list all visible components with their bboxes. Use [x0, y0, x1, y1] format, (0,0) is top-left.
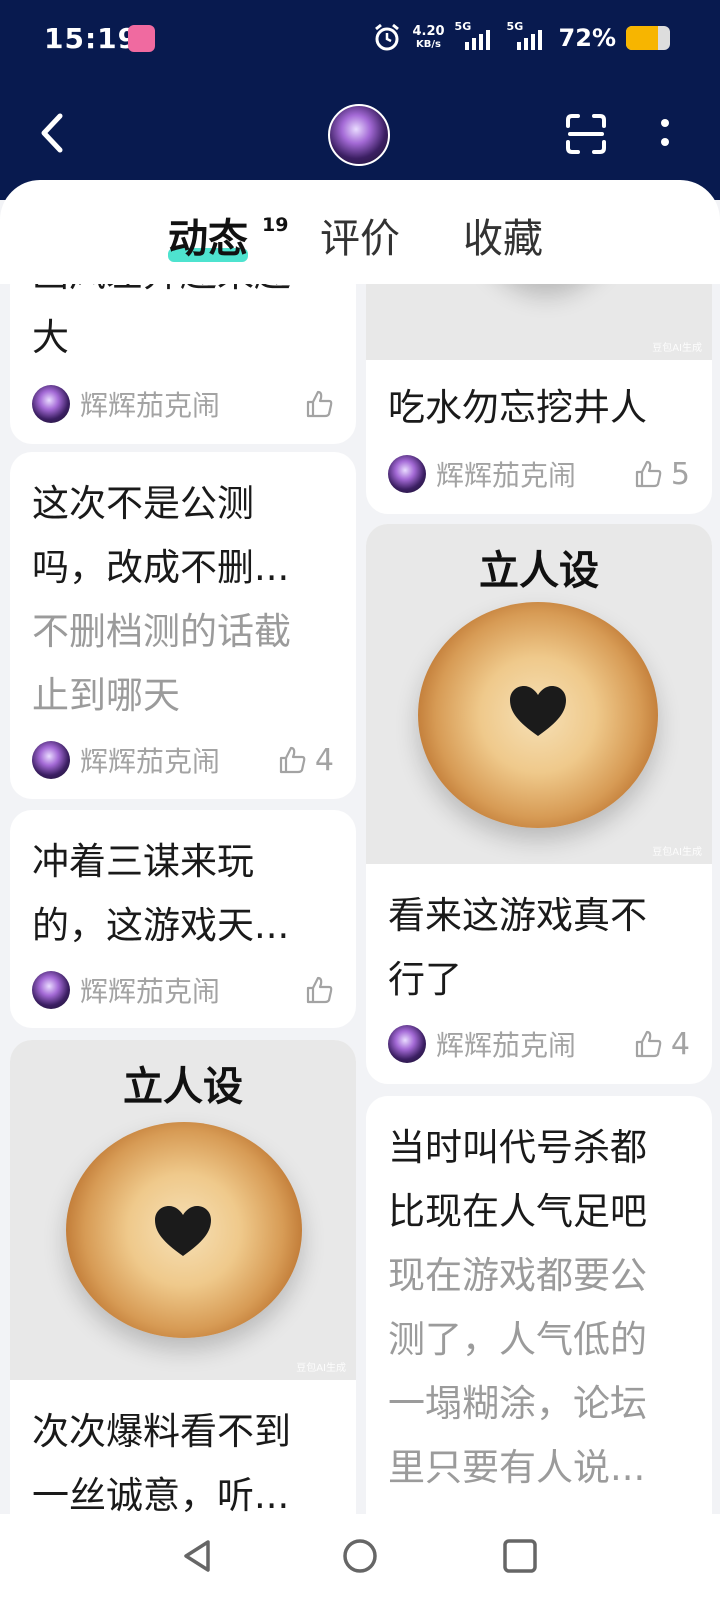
ai-watermark: 豆包AI生成 [652, 847, 702, 858]
post-excerpt-line-2: 止到哪天 [32, 674, 180, 717]
post-title-line-1: 吃水勿忘挖井人 [388, 386, 647, 429]
app-screen: 15:19 4.20 KB/s 5G 5G 72% 动态 评价 收藏 19 大 … [0, 0, 720, 1600]
like-button[interactable] [304, 975, 334, 1005]
ai-watermark: 豆包AI生成 [296, 1363, 346, 1374]
like-button[interactable]: 5 [633, 457, 690, 492]
status-icons: 4.20 KB/s 5G 5G 72% [372, 20, 670, 56]
post-title-line-1: 次次爆料看不到 [32, 1410, 291, 1453]
post-meta: 辉辉茄克闹 5 [388, 454, 690, 494]
post-card[interactable]: 立人设 豆包AI生成 次次爆料看不到 一丝诚意，听... [10, 1040, 356, 1514]
author-name[interactable]: 辉辉茄克闹 [436, 454, 633, 494]
post-card[interactable]: 冲着三谋来玩 的，这游戏天... 辉辉茄克闹 [10, 810, 356, 1028]
more-vertical-icon[interactable] [650, 112, 680, 156]
post-excerpt-line-4: 里只要有人说... [388, 1446, 646, 1489]
post-meta: 辉辉茄克闹 [32, 970, 334, 1010]
post-meta: 辉辉茄克闹 4 [388, 1024, 690, 1064]
post-title: 大 [32, 316, 69, 359]
back-icon[interactable] [30, 108, 80, 158]
post-title-line-1: 冲着三谋来玩 [32, 840, 254, 883]
image-caption: 立人设 [123, 1063, 243, 1110]
signal-2-icon: 5G [507, 20, 549, 50]
post-card[interactable]: 豆包AI生成 吃水勿忘挖井人 辉辉茄克闹 5 [366, 284, 712, 514]
tab-dynamic-count: 19 [262, 214, 289, 236]
post-title-line-1: 看来这游戏真不 [388, 894, 647, 937]
author-name[interactable]: 辉辉茄克闹 [80, 384, 304, 424]
post-excerpt-line-1: 不删档测的话截 [32, 610, 291, 653]
post-title-line-2: 吗，改成不删... [32, 546, 290, 589]
clock: 15:19 [44, 22, 139, 55]
like-count: 5 [670, 456, 690, 492]
tab-dynamic-label: 动态 [168, 216, 248, 262]
post-title-line-2: 比现在人气足吧 [388, 1190, 647, 1233]
thumbs-up-icon [635, 1030, 662, 1058]
status-bar: 15:19 4.20 KB/s 5G 5G 72% [0, 0, 720, 78]
post-title-line-2: 一丝诚意，听... [32, 1474, 290, 1514]
author-avatar[interactable] [388, 455, 426, 493]
heart-shape [510, 686, 566, 736]
tab-favorites-label: 收藏 [463, 216, 543, 262]
tab-bar: 动态 评价 收藏 [0, 180, 720, 284]
author-name[interactable]: 辉辉茄克闹 [80, 970, 304, 1010]
image-caption: 立人设 [479, 547, 599, 594]
net-speed: 4.20 KB/s [412, 25, 444, 51]
author-name[interactable]: 辉辉茄克闹 [436, 1024, 633, 1064]
signal-1-icon: 5G [455, 20, 497, 50]
tab-reviews[interactable]: 评价 [320, 206, 400, 264]
post-meta: 辉辉茄克闹 [32, 384, 334, 424]
like-button[interactable]: 4 [277, 743, 334, 778]
battery-percent: 72% [558, 24, 616, 52]
post-title-line-2: 的，这游戏天... [32, 904, 290, 947]
author-name[interactable]: 辉辉茄克闹 [80, 740, 277, 780]
battery-icon [626, 26, 670, 50]
author-avatar[interactable] [388, 1025, 426, 1063]
like-button[interactable]: 4 [633, 1027, 690, 1062]
post-image: 立人设 豆包AI生成 [366, 524, 712, 864]
post-feed: 画风差异越来越 大 辉辉茄克闹 这次不是公测 吗，改成不删... 不删档测的话截… [0, 284, 720, 1514]
thumbs-up-icon [635, 460, 662, 488]
signal-2-label: 5G [506, 20, 524, 33]
post-title: 画风差异越来越 [32, 284, 334, 306]
like-count: 4 [670, 1026, 690, 1062]
post-title-line-1: 当时叫代号杀都 [388, 1126, 647, 1169]
author-avatar[interactable] [32, 385, 70, 423]
battery-fill [626, 26, 658, 50]
post-title-line-1: 这次不是公测 [32, 482, 254, 525]
heart-shape [155, 1206, 211, 1256]
scan-icon[interactable] [564, 112, 608, 156]
app-notification-icon [128, 25, 155, 52]
like-count: 4 [314, 742, 334, 778]
post-image: 立人设 豆包AI生成 [10, 1040, 356, 1380]
net-speed-unit: KB/s [416, 39, 441, 50]
post-image: 豆包AI生成 [366, 284, 712, 360]
post-card[interactable]: 这次不是公测 吗，改成不删... 不删档测的话截 止到哪天 辉辉茄克闹 4 [10, 452, 356, 799]
top-nav [0, 92, 720, 178]
ai-watermark: 豆包AI生成 [652, 343, 702, 354]
post-excerpt-line-2: 测了，人气低的 [388, 1318, 647, 1361]
header: 15:19 4.20 KB/s 5G 5G 72% [0, 0, 720, 200]
post-excerpt-line-3: 一塌糊涂，论坛 [388, 1382, 647, 1425]
square-recents-icon[interactable] [500, 1536, 540, 1576]
system-nav-bar [0, 1514, 720, 1600]
author-avatar[interactable] [32, 741, 70, 779]
thumbs-up-icon [306, 976, 333, 1004]
tab-favorites[interactable]: 收藏 [463, 206, 543, 264]
thumbs-up-icon [279, 746, 306, 774]
like-button[interactable] [304, 389, 334, 419]
post-meta: 辉辉茄克闹 4 [32, 740, 334, 780]
circle-home-icon[interactable] [340, 1536, 380, 1576]
post-card[interactable]: 立人设 豆包AI生成 看来这游戏真不 行了 辉辉茄克闹 4 [366, 524, 712, 1084]
profile-avatar[interactable] [328, 104, 390, 166]
post-card[interactable]: 当时叫代号杀都 比现在人气足吧 现在游戏都要公 测了，人气低的 一塌糊涂，论坛 … [366, 1096, 712, 1514]
alarm-icon [375, 23, 400, 51]
triangle-back-icon[interactable] [178, 1536, 218, 1576]
net-speed-value: 4.20 [412, 24, 445, 39]
tab-reviews-label: 评价 [320, 216, 400, 262]
tab-dynamic[interactable]: 动态 [168, 206, 248, 264]
post-excerpt-line-1: 现在游戏都要公 [388, 1254, 647, 1297]
post-card[interactable]: 画风差异越来越 大 辉辉茄克闹 [10, 284, 356, 444]
author-avatar[interactable] [32, 971, 70, 1009]
post-title-line-2: 行了 [388, 958, 462, 1001]
signal-1-label: 5G [454, 20, 472, 33]
thumbs-up-icon [306, 390, 333, 418]
